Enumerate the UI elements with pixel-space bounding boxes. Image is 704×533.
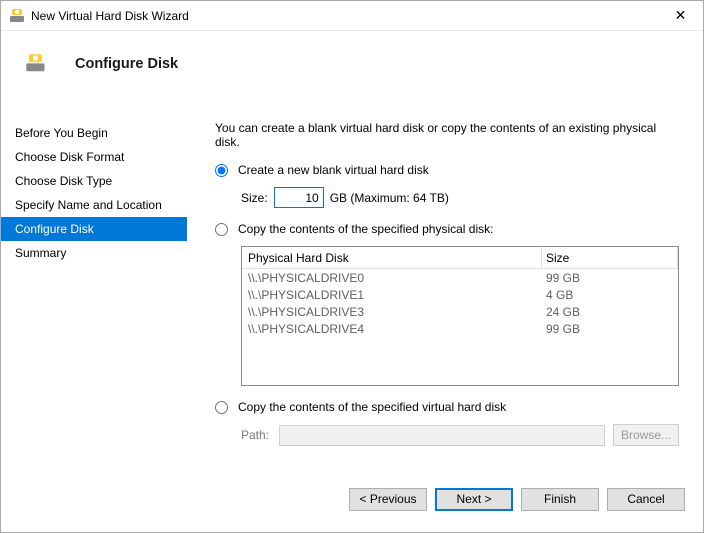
sidebar-item-specify-name-and-location[interactable]: Specify Name and Location — [1, 193, 187, 217]
cancel-button[interactable]: Cancel — [607, 488, 685, 511]
option-copy-virtual[interactable]: Copy the contents of the specified virtu… — [215, 400, 679, 414]
wizard-icon — [9, 8, 25, 24]
sidebar-item-choose-disk-type[interactable]: Choose Disk Type — [1, 169, 187, 193]
intro-text: You can create a blank virtual hard disk… — [215, 121, 679, 149]
size-label: Size: — [241, 191, 268, 205]
cell-disk-name: \\.\PHYSICALDRIVE0 — [242, 271, 542, 285]
page-title: Configure Disk — [75, 56, 178, 72]
cell-disk-size: 24 GB — [542, 305, 678, 319]
option-copy-physical[interactable]: Copy the contents of the specified physi… — [215, 222, 679, 236]
physical-disk-table[interactable]: Physical Hard Disk Size \\.\PHYSICALDRIV… — [241, 246, 679, 386]
radio-copy-virtual[interactable] — [215, 401, 228, 414]
titlebar: New Virtual Hard Disk Wizard ✕ — [1, 1, 703, 31]
option-copy-virtual-label: Copy the contents of the specified virtu… — [238, 400, 506, 414]
finish-button[interactable]: Finish — [521, 488, 599, 511]
cell-disk-name: \\.\PHYSICALDRIVE3 — [242, 305, 542, 319]
header-disk-icon — [25, 53, 47, 75]
table-header: Physical Hard Disk Size — [242, 247, 678, 269]
path-label: Path: — [241, 428, 271, 442]
next-button[interactable]: Next > — [435, 488, 513, 511]
size-suffix: GB (Maximum: 64 TB) — [330, 191, 449, 205]
previous-button[interactable]: < Previous — [349, 488, 427, 511]
sidebar-item-summary[interactable]: Summary — [1, 241, 187, 265]
table-row[interactable]: \\.\PHYSICALDRIVE0 99 GB — [242, 269, 678, 286]
size-row: Size: GB (Maximum: 64 TB) — [241, 187, 679, 208]
table-row[interactable]: \\.\PHYSICALDRIVE1 4 GB — [242, 286, 678, 303]
cell-disk-name: \\.\PHYSICALDRIVE4 — [242, 322, 542, 336]
wizard-footer: < Previous Next > Finish Cancel — [1, 480, 703, 532]
option-create-blank[interactable]: Create a new blank virtual hard disk — [215, 163, 679, 177]
cell-disk-size: 99 GB — [542, 271, 678, 285]
physical-disk-table-wrap: Physical Hard Disk Size \\.\PHYSICALDRIV… — [241, 246, 679, 386]
path-input — [279, 425, 605, 446]
close-button[interactable]: ✕ — [658, 1, 703, 30]
option-copy-physical-label: Copy the contents of the specified physi… — [238, 222, 493, 236]
col-header-size[interactable]: Size — [542, 247, 678, 268]
table-row[interactable]: \\.\PHYSICALDRIVE3 24 GB — [242, 303, 678, 320]
browse-button: Browse... — [613, 424, 679, 446]
option-create-blank-label: Create a new blank virtual hard disk — [238, 163, 429, 177]
wizard-main: You can create a blank virtual hard disk… — [187, 97, 679, 480]
cell-disk-size: 4 GB — [542, 288, 678, 302]
cell-disk-name: \\.\PHYSICALDRIVE1 — [242, 288, 542, 302]
radio-create-blank[interactable] — [215, 164, 228, 177]
wizard-steps-sidebar: Before You Begin Choose Disk Format Choo… — [1, 97, 187, 480]
radio-copy-physical[interactable] — [215, 223, 228, 236]
sidebar-item-choose-disk-format[interactable]: Choose Disk Format — [1, 145, 187, 169]
wizard-window: New Virtual Hard Disk Wizard ✕ Configure… — [0, 0, 704, 533]
size-input[interactable] — [274, 187, 324, 208]
wizard-body: Before You Begin Choose Disk Format Choo… — [1, 97, 703, 480]
window-title: New Virtual Hard Disk Wizard — [31, 9, 658, 23]
wizard-header: Configure Disk — [1, 31, 703, 97]
sidebar-item-configure-disk[interactable]: Configure Disk — [1, 217, 187, 241]
cell-disk-size: 99 GB — [542, 322, 678, 336]
path-row: Path: Browse... — [241, 424, 679, 446]
sidebar-item-before-you-begin[interactable]: Before You Begin — [1, 121, 187, 145]
table-row[interactable]: \\.\PHYSICALDRIVE4 99 GB — [242, 320, 678, 337]
col-header-name[interactable]: Physical Hard Disk — [242, 247, 542, 268]
